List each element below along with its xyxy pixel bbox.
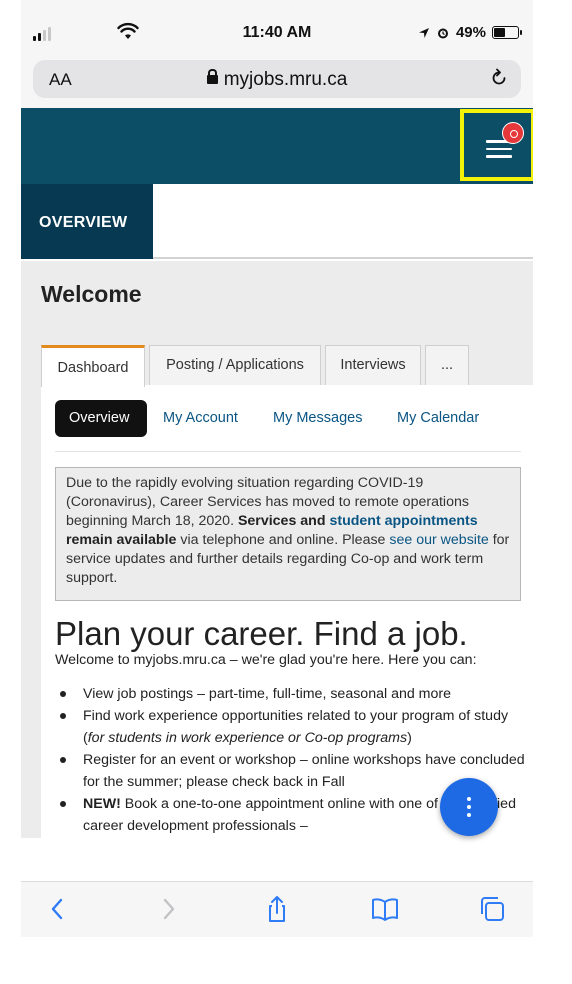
list-item: Find work experience opportunities relat…: [55, 705, 525, 749]
url-display[interactable]: myjobs.mru.ca: [33, 69, 521, 91]
lock-icon: [206, 69, 218, 84]
page-bottom: [21, 937, 533, 965]
share-icon[interactable]: [262, 894, 292, 924]
notice-bold: remain available: [66, 532, 177, 548]
website-link[interactable]: see our website: [389, 532, 488, 548]
notice-bold: Services and: [237, 513, 330, 529]
status-bar: 11:40 AM 49%: [21, 0, 533, 60]
menu-button[interactable]: [460, 109, 533, 181]
list-item-text: View job postings – part-time, full-time…: [83, 686, 452, 702]
battery-icon: [492, 26, 522, 39]
hamburger-icon: [486, 140, 512, 163]
new-label: NEW!: [83, 796, 121, 812]
more-actions-button[interactable]: [440, 778, 498, 836]
status-right: 49%: [418, 24, 522, 41]
page-title: Welcome: [41, 281, 142, 307]
tabs-icon[interactable]: [477, 894, 507, 924]
bookmarks-icon[interactable]: [370, 894, 400, 924]
reload-icon[interactable]: [489, 68, 509, 88]
browser-toolbar: [21, 881, 533, 937]
student-appointments-link[interactable]: student appointments: [329, 513, 477, 529]
subnav-my-account[interactable]: My Account: [163, 400, 238, 437]
list-item-text: ): [407, 730, 412, 746]
intro-text: Welcome to myjobs.mru.ca – we're glad yo…: [55, 652, 477, 668]
tab-dashboard[interactable]: Dashboard: [41, 345, 145, 387]
divider: [55, 451, 521, 452]
url-text: myjobs.mru.ca: [223, 69, 348, 90]
tab-posting-applications[interactable]: Posting / Applications: [149, 345, 321, 385]
list-item: View job postings – part-time, full-time…: [55, 683, 525, 705]
list-item-italic: for students in work experience or Co-op…: [87, 730, 408, 746]
sub-navigation: Overview My Account My Messages My Calen…: [55, 400, 525, 437]
notification-badge-icon: [502, 122, 524, 144]
alarm-icon: [437, 28, 448, 38]
forward-icon[interactable]: [153, 894, 183, 924]
headline: Plan your career. Find a job.: [55, 615, 468, 652]
subnav-my-calendar[interactable]: My Calendar: [397, 400, 479, 437]
location-icon: [418, 27, 429, 38]
phone-screen: 11:40 AM 49% AA myjobs.mru.ca OVERVIEW W…: [21, 0, 533, 965]
tab-more[interactable]: ...: [425, 345, 469, 385]
back-icon[interactable]: [43, 894, 73, 924]
covid-notice: Due to the rapidly evolving situation re…: [55, 467, 521, 601]
site-header: [21, 108, 533, 184]
subnav-my-messages[interactable]: My Messages: [273, 400, 362, 437]
tab-overview[interactable]: OVERVIEW: [21, 184, 153, 259]
address-bar[interactable]: AA myjobs.mru.ca: [33, 60, 521, 98]
notice-text: via telephone and online. Please: [176, 532, 390, 548]
section-nav: OVERVIEW: [21, 184, 533, 259]
browser-address-area: AA myjobs.mru.ca: [21, 60, 533, 108]
tab-interviews[interactable]: Interviews: [325, 345, 421, 385]
subnav-overview[interactable]: Overview: [55, 400, 147, 437]
battery-percent: 49%: [455, 24, 486, 41]
